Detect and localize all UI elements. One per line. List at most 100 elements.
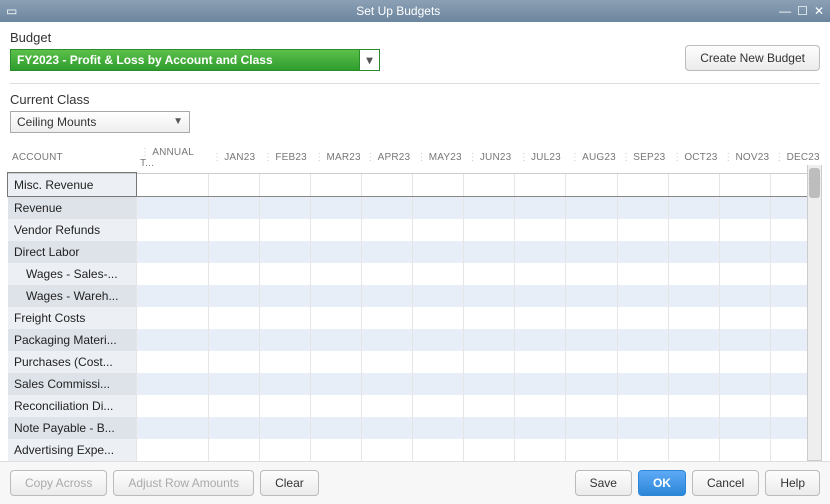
value-cell[interactable]: [668, 329, 719, 351]
value-cell[interactable]: [136, 417, 208, 439]
value-cell[interactable]: [617, 439, 668, 461]
value-cell[interactable]: [515, 307, 566, 329]
account-cell[interactable]: Sales Commissi...: [8, 373, 136, 395]
value-cell[interactable]: [515, 219, 566, 241]
value-cell[interactable]: [259, 263, 310, 285]
value-cell[interactable]: [208, 373, 259, 395]
value-cell[interactable]: [617, 395, 668, 417]
maximize-icon[interactable]: ☐: [797, 4, 808, 18]
value-cell[interactable]: [361, 263, 412, 285]
value-cell[interactable]: [208, 196, 259, 219]
column-header[interactable]: ⋮APR23: [361, 141, 412, 174]
column-header[interactable]: ⋮JAN23: [208, 141, 259, 174]
value-cell[interactable]: [208, 263, 259, 285]
value-cell[interactable]: [566, 351, 617, 373]
value-cell[interactable]: [617, 241, 668, 263]
value-cell[interactable]: [464, 173, 515, 196]
value-cell[interactable]: [413, 285, 464, 307]
value-cell[interactable]: [413, 219, 464, 241]
value-cell[interactable]: [310, 219, 361, 241]
value-cell[interactable]: [668, 373, 719, 395]
value-cell[interactable]: [361, 196, 412, 219]
value-cell[interactable]: [413, 439, 464, 461]
value-cell[interactable]: [617, 173, 668, 196]
value-cell[interactable]: [668, 196, 719, 219]
value-cell[interactable]: [413, 263, 464, 285]
value-cell[interactable]: [719, 351, 770, 373]
value-cell[interactable]: [668, 439, 719, 461]
value-cell[interactable]: [259, 329, 310, 351]
value-cell[interactable]: [515, 285, 566, 307]
value-cell[interactable]: [361, 417, 412, 439]
value-cell[interactable]: [566, 173, 617, 196]
value-cell[interactable]: [566, 241, 617, 263]
table-row[interactable]: Wages - Wareh...: [8, 285, 822, 307]
value-cell[interactable]: [719, 439, 770, 461]
value-cell[interactable]: [668, 219, 719, 241]
table-row[interactable]: Revenue: [8, 196, 822, 219]
value-cell[interactable]: [310, 285, 361, 307]
column-header[interactable]: ACCOUNT: [8, 141, 136, 174]
value-cell[interactable]: [413, 395, 464, 417]
value-cell[interactable]: [361, 351, 412, 373]
value-cell[interactable]: [566, 439, 617, 461]
value-cell[interactable]: [136, 307, 208, 329]
value-cell[interactable]: [668, 241, 719, 263]
value-cell[interactable]: [259, 241, 310, 263]
value-cell[interactable]: [259, 219, 310, 241]
vertical-scrollbar[interactable]: ▲: [807, 165, 822, 461]
value-cell[interactable]: [413, 373, 464, 395]
value-cell[interactable]: [719, 373, 770, 395]
value-cell[interactable]: [310, 351, 361, 373]
current-class-dropdown[interactable]: Ceiling Mounts ▼: [10, 111, 190, 133]
value-cell[interactable]: [310, 439, 361, 461]
table-row[interactable]: Reconciliation Di...: [8, 395, 822, 417]
table-row[interactable]: Advertising Expe...: [8, 439, 822, 461]
value-cell[interactable]: [719, 307, 770, 329]
minimize-icon[interactable]: —: [779, 4, 791, 18]
value-cell[interactable]: [259, 285, 310, 307]
value-cell[interactable]: [310, 173, 361, 196]
value-cell[interactable]: [310, 329, 361, 351]
value-cell[interactable]: [259, 307, 310, 329]
value-cell[interactable]: [259, 417, 310, 439]
value-cell[interactable]: [617, 307, 668, 329]
table-row[interactable]: Packaging Materi...: [8, 329, 822, 351]
column-header[interactable]: ⋮MAY23: [413, 141, 464, 174]
value-cell[interactable]: [259, 395, 310, 417]
account-cell[interactable]: Wages - Sales-...: [8, 263, 136, 285]
account-cell[interactable]: Packaging Materi...: [8, 329, 136, 351]
value-cell[interactable]: [208, 329, 259, 351]
value-cell[interactable]: [208, 241, 259, 263]
value-cell[interactable]: [668, 307, 719, 329]
value-cell[interactable]: [566, 219, 617, 241]
value-cell[interactable]: [361, 241, 412, 263]
value-cell[interactable]: [361, 373, 412, 395]
table-row[interactable]: Wages - Sales-...: [8, 263, 822, 285]
value-cell[interactable]: [515, 173, 566, 196]
column-header[interactable]: ⋮FEB23: [259, 141, 310, 174]
value-cell[interactable]: [136, 285, 208, 307]
value-cell[interactable]: [310, 263, 361, 285]
value-cell[interactable]: [515, 417, 566, 439]
scroll-thumb[interactable]: [809, 168, 820, 198]
create-new-budget-button[interactable]: Create New Budget: [685, 45, 820, 71]
window-menu-icon[interactable]: ▭: [6, 4, 17, 18]
adjust-row-amounts-button[interactable]: Adjust Row Amounts: [113, 470, 254, 496]
table-row[interactable]: Direct Labor: [8, 241, 822, 263]
value-cell[interactable]: [310, 417, 361, 439]
value-cell[interactable]: [464, 196, 515, 219]
value-cell[interactable]: [719, 285, 770, 307]
value-cell[interactable]: [464, 219, 515, 241]
value-cell[interactable]: [617, 263, 668, 285]
value-cell[interactable]: [719, 196, 770, 219]
value-cell[interactable]: [719, 219, 770, 241]
value-cell[interactable]: [464, 373, 515, 395]
value-cell[interactable]: [566, 263, 617, 285]
value-cell[interactable]: [515, 241, 566, 263]
value-cell[interactable]: [617, 351, 668, 373]
account-cell[interactable]: Purchases (Cost...: [8, 351, 136, 373]
account-cell[interactable]: Freight Costs: [8, 307, 136, 329]
value-cell[interactable]: [136, 439, 208, 461]
chevron-down-icon[interactable]: ▼: [173, 116, 183, 127]
